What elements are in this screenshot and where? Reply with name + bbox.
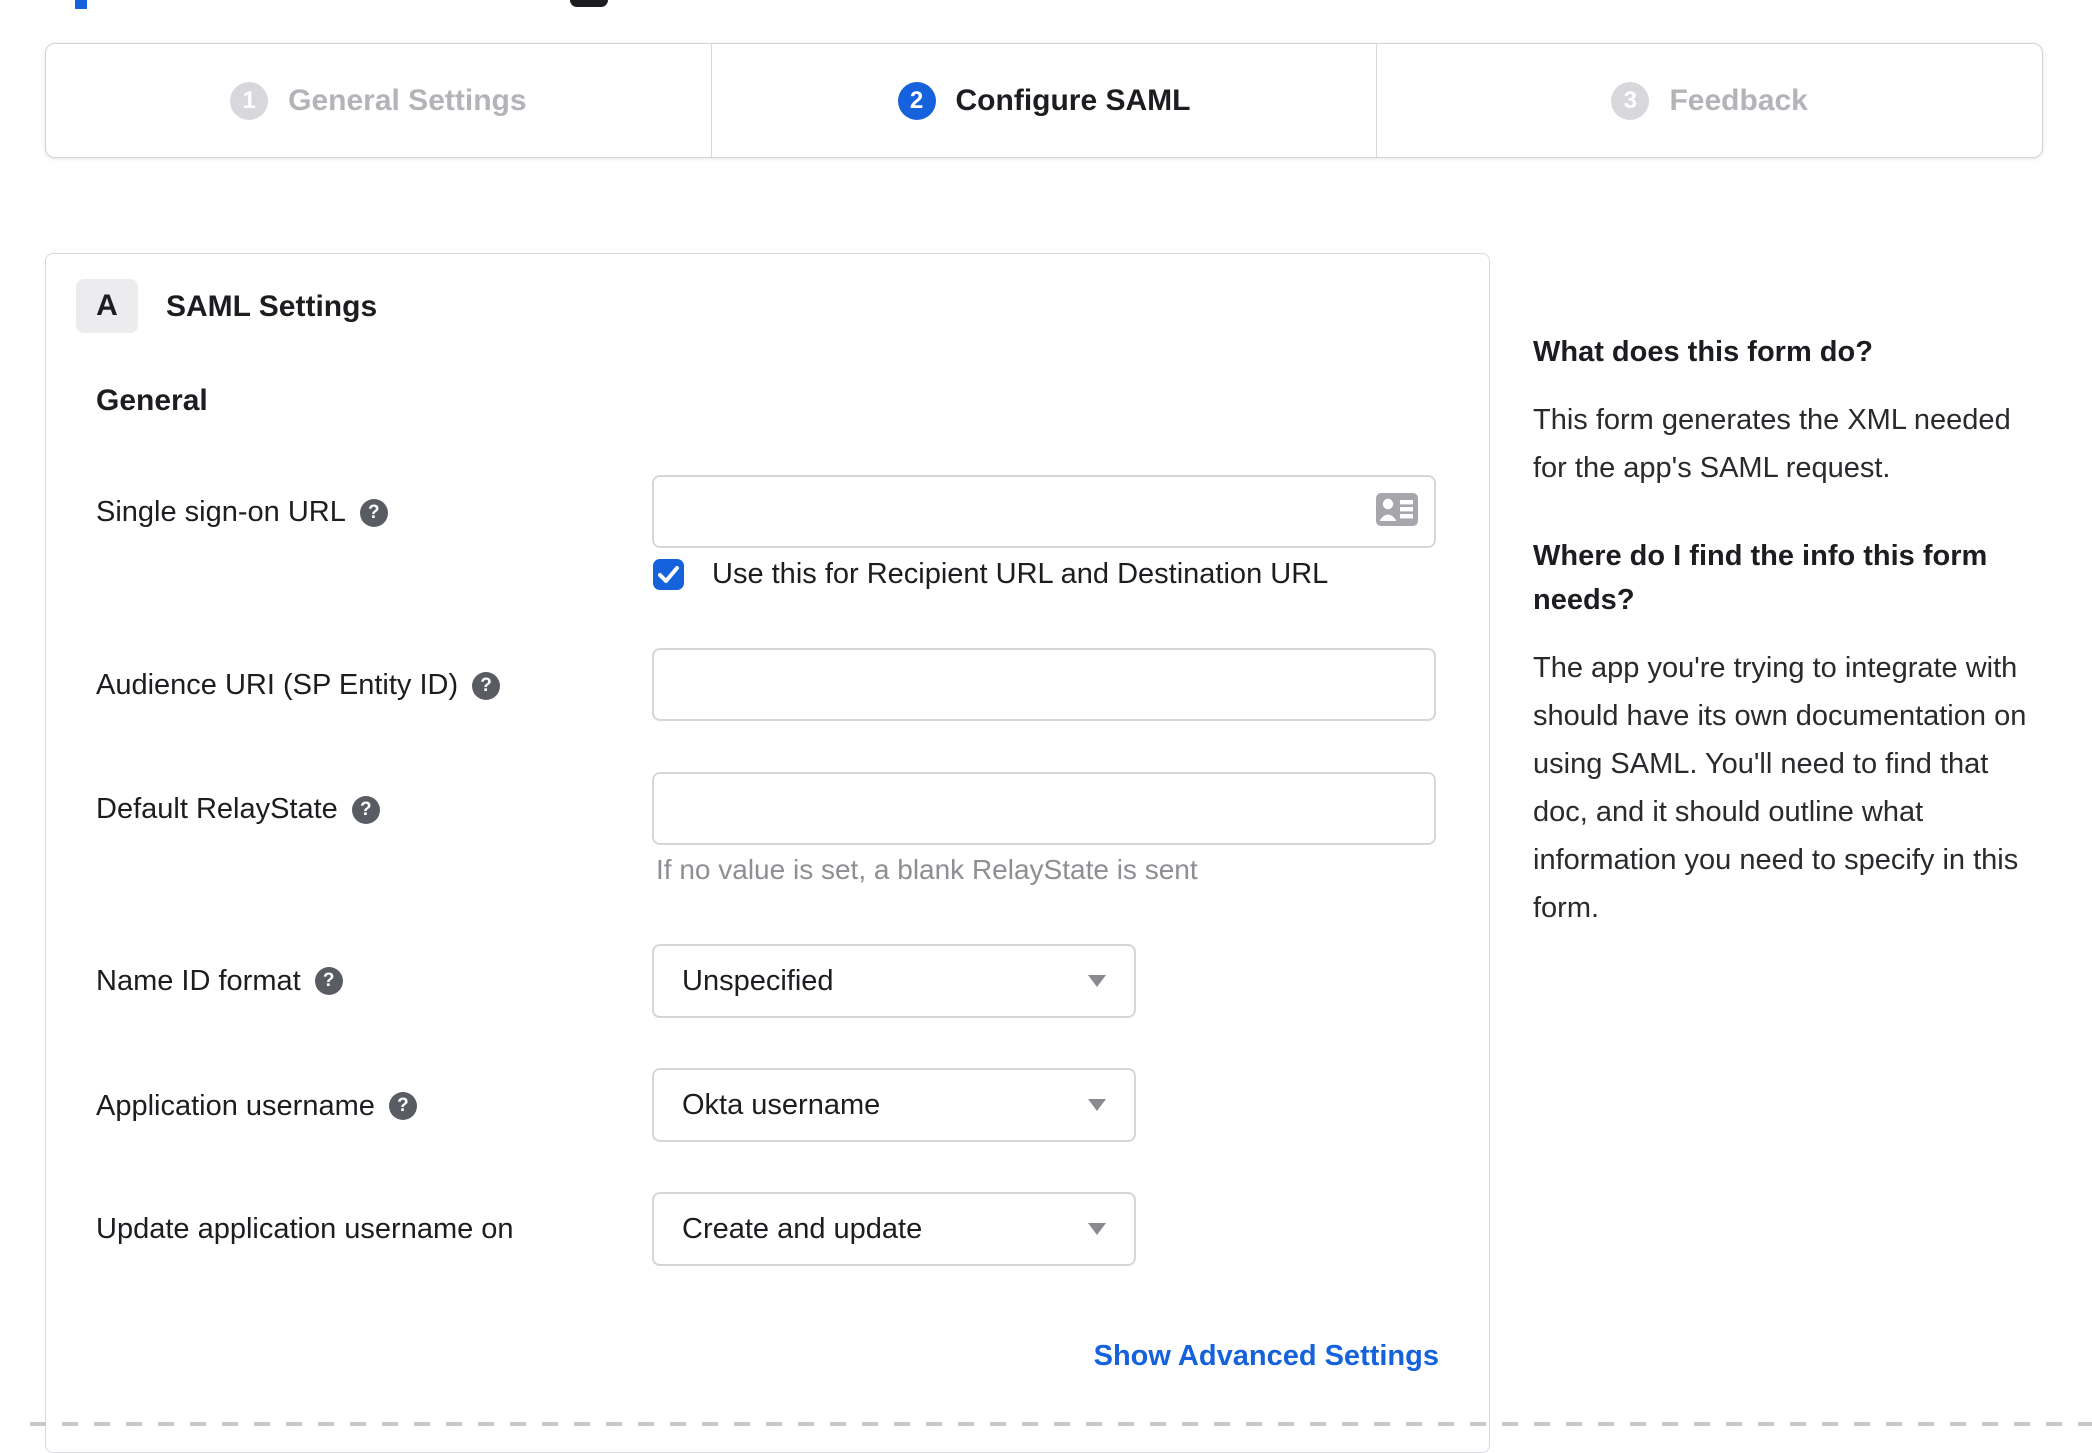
step-number-badge: 2 [897, 81, 936, 120]
relaystate-input[interactable] [652, 772, 1436, 845]
app-username-select[interactable]: Okta username [652, 1068, 1136, 1142]
app-username-label-row: Application username ? [96, 1069, 417, 1143]
panel-title: SAML Settings [166, 290, 378, 323]
sidebar-answer-2: The app you're trying to integrate with … [1533, 652, 2027, 924]
dashed-section-divider [30, 1422, 2092, 1426]
audience-uri-input[interactable] [652, 648, 1436, 721]
contact-card-icon[interactable] [1376, 492, 1418, 531]
sso-url-label: Single sign-on URL [96, 496, 346, 528]
chevron-down-icon [1088, 1099, 1106, 1111]
sso-url-input-wrap [652, 475, 1436, 548]
audience-uri-label-row: Audience URI (SP Entity ID) ? [96, 649, 501, 722]
name-id-format-value: Unspecified [682, 964, 834, 997]
help-icon[interactable]: ? [388, 1092, 417, 1120]
sidebar-answer-1: This form generates the XML needed for t… [1533, 404, 2011, 484]
relaystate-label: Default RelayState [96, 793, 338, 825]
update-username-label: Update application username on [96, 1212, 514, 1245]
cutoff-dark-fragment [570, 0, 608, 7]
show-advanced-settings-link[interactable]: Show Advanced Settings [1094, 1340, 1439, 1372]
help-icon[interactable]: ? [472, 671, 501, 700]
saml-settings-panel: A SAML Settings General Single sign-on U… [45, 253, 1490, 1453]
recipient-url-checkbox-label[interactable]: Use this for Recipient URL and Destinati… [712, 558, 1328, 591]
name-id-format-label: Name ID format [96, 964, 301, 997]
chevron-down-icon [1088, 1223, 1106, 1235]
update-username-label-row: Update application username on [96, 1192, 514, 1266]
cutoff-blue-fragment [75, 0, 87, 9]
audience-uri-label: Audience URI (SP Entity ID) [96, 669, 459, 701]
step-label: Configure SAML [955, 83, 1191, 117]
step-general-settings[interactable]: 1 General Settings [46, 44, 711, 157]
general-group-heading: General [96, 384, 208, 417]
step-configure-saml[interactable]: 2 Configure SAML [710, 44, 1377, 157]
help-sidebar: What does this form do? This form genera… [1533, 330, 2038, 974]
recipient-url-checkbox-row: Use this for Recipient URL and Destinati… [653, 558, 1328, 591]
app-username-label: Application username [96, 1089, 375, 1122]
step-label: Feedback [1669, 83, 1808, 117]
chevron-down-icon [1088, 975, 1106, 987]
recipient-url-checkbox[interactable] [653, 559, 684, 590]
name-id-format-label-row: Name ID format ? [96, 944, 343, 1018]
wizard-stepper: 1 General Settings 2 Configure SAML 3 Fe… [45, 43, 2043, 158]
relaystate-helper-text: If no value is set, a blank RelayState i… [656, 854, 1198, 885]
help-icon[interactable]: ? [314, 967, 343, 995]
step-number-badge: 1 [230, 81, 269, 120]
sso-url-label-row: Single sign-on URL ? [96, 476, 388, 549]
step-number-badge: 3 [1611, 81, 1650, 120]
name-id-format-select[interactable]: Unspecified [652, 944, 1136, 1018]
sso-url-input[interactable] [652, 475, 1436, 548]
update-username-select[interactable]: Create and update [652, 1192, 1136, 1266]
help-icon[interactable]: ? [359, 498, 388, 527]
sidebar-question-2: Where do I find the info this form needs… [1533, 540, 1988, 616]
help-icon[interactable]: ? [351, 795, 380, 824]
update-username-value: Create and update [682, 1212, 923, 1245]
sidebar-question-1: What does this form do? [1533, 336, 1873, 368]
section-a-badge: A [76, 279, 138, 333]
step-feedback[interactable]: 3 Feedback [1376, 44, 2042, 157]
app-username-value: Okta username [682, 1088, 881, 1121]
step-label: General Settings [288, 83, 527, 117]
relaystate-label-row: Default RelayState ? [96, 773, 380, 846]
